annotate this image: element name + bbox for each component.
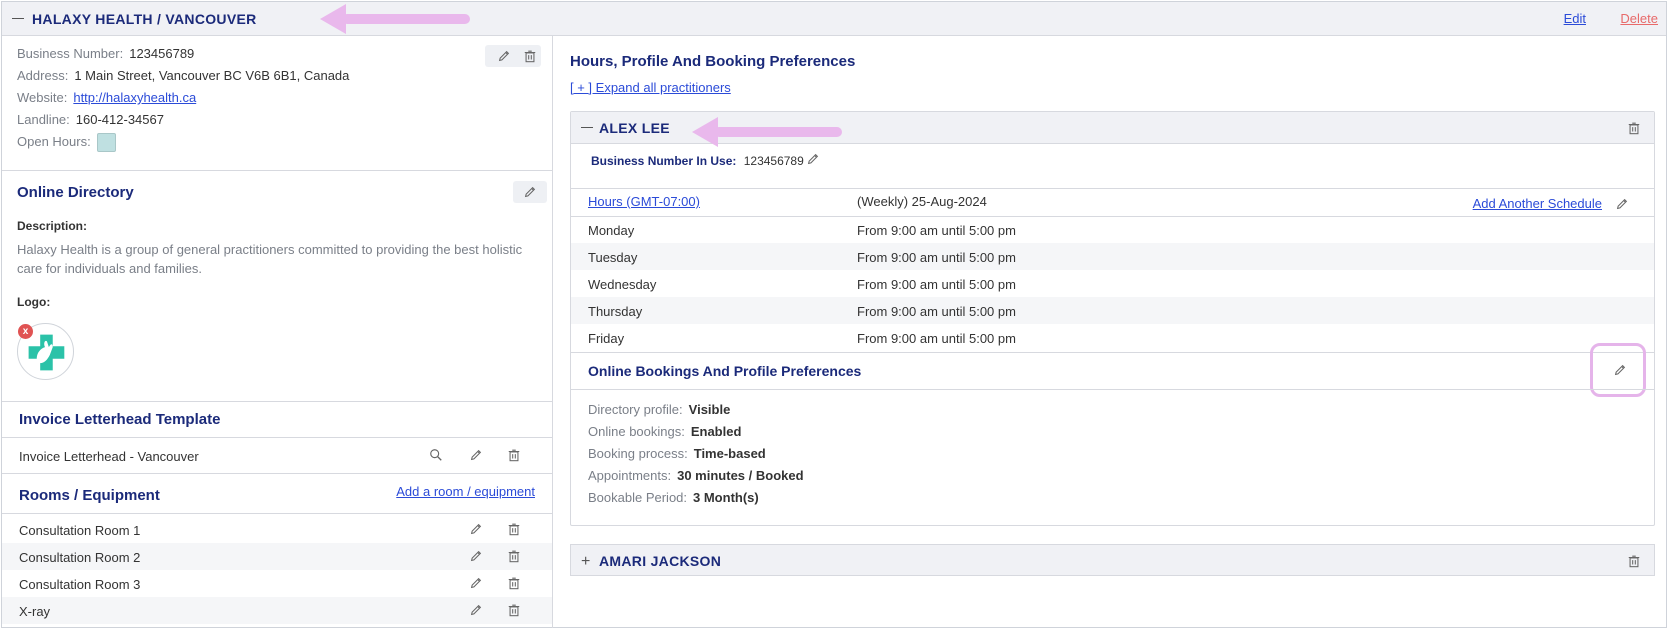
left-column: Business Number: 123456789 Address: 1 Main… [2, 36, 553, 628]
hours-row: Monday From 9:00 am until 5:00 pm [571, 216, 1654, 243]
rooms-title: Rooms / Equipment [19, 487, 160, 504]
trash-icon[interactable] [1626, 120, 1642, 136]
trash-icon[interactable] [1626, 553, 1642, 569]
location-title: HALAXY HEALTH / VANCOUVER [32, 11, 257, 27]
pencil-icon [524, 186, 536, 198]
online-directory-edit-button[interactable] [513, 181, 547, 203]
practitioner-card-collapsed[interactable]: + AMARI JACKSON [570, 544, 1655, 576]
expand-all-link[interactable]: [ + ] Expand all practitioners [570, 80, 731, 95]
pencil-icon[interactable] [468, 602, 484, 618]
divider [2, 170, 552, 171]
address-row: Address: 1 Main Street, Vancouver BC V6B … [17, 68, 350, 83]
room-row: Consultation Room 3 [2, 570, 552, 597]
hours-row: Wednesday From 9:00 am until 5:00 pm [571, 270, 1654, 297]
pencil-icon[interactable] [1614, 196, 1630, 212]
location-header: HALAXY HEALTH / VANCOUVER Edit Delete [2, 2, 1666, 36]
invoice-letterhead-name: Invoice Letterhead - Vancouver [19, 449, 199, 464]
invoice-letterhead-row: Invoice Letterhead - Vancouver [2, 439, 552, 466]
divider [571, 352, 1654, 353]
trash-icon[interactable] [506, 521, 522, 537]
divider [571, 389, 1654, 390]
trash-icon[interactable] [506, 575, 522, 591]
divider [2, 437, 552, 438]
address-value: 1 Main Street, Vancouver BC V6B 6B1, Can… [74, 68, 350, 83]
time-range: From 9:00 am until 5:00 pm [857, 250, 1016, 265]
day-label: Thursday [588, 304, 643, 319]
time-range: From 9:00 am until 5:00 pm [857, 277, 1016, 292]
search-icon[interactable] [428, 447, 444, 463]
hours-row: Friday From 9:00 am until 5:00 pm [571, 324, 1654, 351]
business-number-row: Business Number: 123456789 [17, 46, 195, 61]
collapse-icon[interactable] [581, 127, 593, 128]
remove-logo-icon[interactable]: x [18, 324, 33, 339]
right-column: Hours, Profile And Booking Preferences [… [554, 36, 1667, 628]
room-row: Consultation Room 1 [2, 516, 552, 543]
hours-timezone-link[interactable]: Hours (GMT-07:00) [588, 194, 700, 209]
pref-booking-process: Booking process: Time-based [588, 446, 766, 461]
time-range: From 9:00 am until 5:00 pm [857, 331, 1016, 346]
pref-appointments: Appointments: 30 minutes / Booked [588, 468, 804, 483]
open-hours-row: Open Hours: [17, 133, 116, 152]
room-name: Consultation Room 3 [19, 577, 141, 592]
practitioner-name: ALEX LEE [599, 120, 670, 136]
pencil-icon[interactable] [468, 575, 484, 591]
trash-icon[interactable] [506, 447, 522, 463]
day-label: Wednesday [588, 277, 657, 292]
room-name: Consultation Room 2 [19, 550, 141, 565]
day-label: Tuesday [588, 250, 638, 265]
landline-value: 160-412-34567 [75, 112, 164, 127]
annotation-arrow [692, 117, 842, 147]
room-row: Consultation Room 2 [2, 543, 552, 570]
trash-icon[interactable] [506, 602, 522, 618]
business-number-in-use-row: Business Number In Use: 123456789 [591, 154, 804, 168]
divider [2, 401, 552, 402]
delete-link[interactable]: Delete [1620, 11, 1658, 26]
day-label: Friday [588, 331, 625, 346]
divider [571, 188, 1654, 189]
logo-label: Logo: [17, 295, 51, 309]
pencil-icon[interactable] [805, 151, 821, 167]
invoice-letterhead-title: Invoice Letterhead Template [19, 411, 221, 428]
pref-directory-profile: Directory profile: Visible [588, 402, 731, 417]
pencil-icon[interactable] [468, 521, 484, 537]
open-hours-swatch[interactable] [96, 133, 116, 152]
online-directory-title: Online Directory [17, 184, 134, 201]
practitioner-name: AMARI JACKSON [599, 553, 722, 569]
description-text: Halaxy Health is a group of general prac… [17, 242, 523, 276]
business-number-value: 123456789 [129, 46, 195, 61]
divider [2, 473, 552, 474]
website-link[interactable]: http://halaxyhealth.ca [73, 90, 196, 105]
pencil-icon[interactable] [468, 548, 484, 564]
pencil-icon[interactable] [468, 447, 484, 463]
pref-bookable-period: Bookable Period: 3 Month(s) [588, 490, 759, 505]
room-name: Consultation Room 1 [19, 523, 141, 538]
room-name: X-ray [19, 604, 51, 619]
schedule-info: (Weekly) 25-Aug-2024 [857, 194, 987, 209]
trash-icon[interactable] [522, 48, 538, 64]
time-range: From 9:00 am until 5:00 pm [857, 223, 1016, 238]
expand-icon[interactable]: + [581, 553, 590, 571]
add-room-link[interactable]: Add a room / equipment [396, 484, 535, 499]
divider [2, 513, 552, 514]
room-row: X-ray [2, 597, 552, 624]
business-number-in-use-value: 123456789 [743, 154, 804, 168]
website-row: Website: http://halaxyhealth.ca [17, 90, 197, 105]
pref-online-bookings: Online bookings: Enabled [588, 424, 742, 439]
landline-row: Landline: 160-412-34567 [17, 112, 164, 127]
collapse-icon[interactable] [12, 18, 24, 19]
description-label: Description: [17, 219, 88, 233]
practitioner-card: ALEX LEE Business Number In Use: 1234567… [570, 111, 1655, 526]
preferences-title: Hours, Profile And Booking Preferences [570, 53, 856, 70]
add-schedule-link[interactable]: Add Another Schedule [1473, 196, 1602, 211]
edit-link[interactable]: Edit [1564, 11, 1586, 26]
location-panel: HALAXY HEALTH / VANCOUVER Edit Delete Bu… [1, 1, 1667, 628]
hours-row: Tuesday From 9:00 am until 5:00 pm [571, 243, 1654, 270]
annotation-arrow [320, 4, 470, 34]
time-range: From 9:00 am until 5:00 pm [857, 304, 1016, 319]
day-label: Monday [588, 223, 635, 238]
hours-row: Thursday From 9:00 am until 5:00 pm [571, 297, 1654, 324]
booking-preferences-title: Online Bookings And Profile Preferences [588, 363, 862, 379]
pencil-icon[interactable] [496, 48, 512, 64]
trash-icon[interactable] [506, 548, 522, 564]
